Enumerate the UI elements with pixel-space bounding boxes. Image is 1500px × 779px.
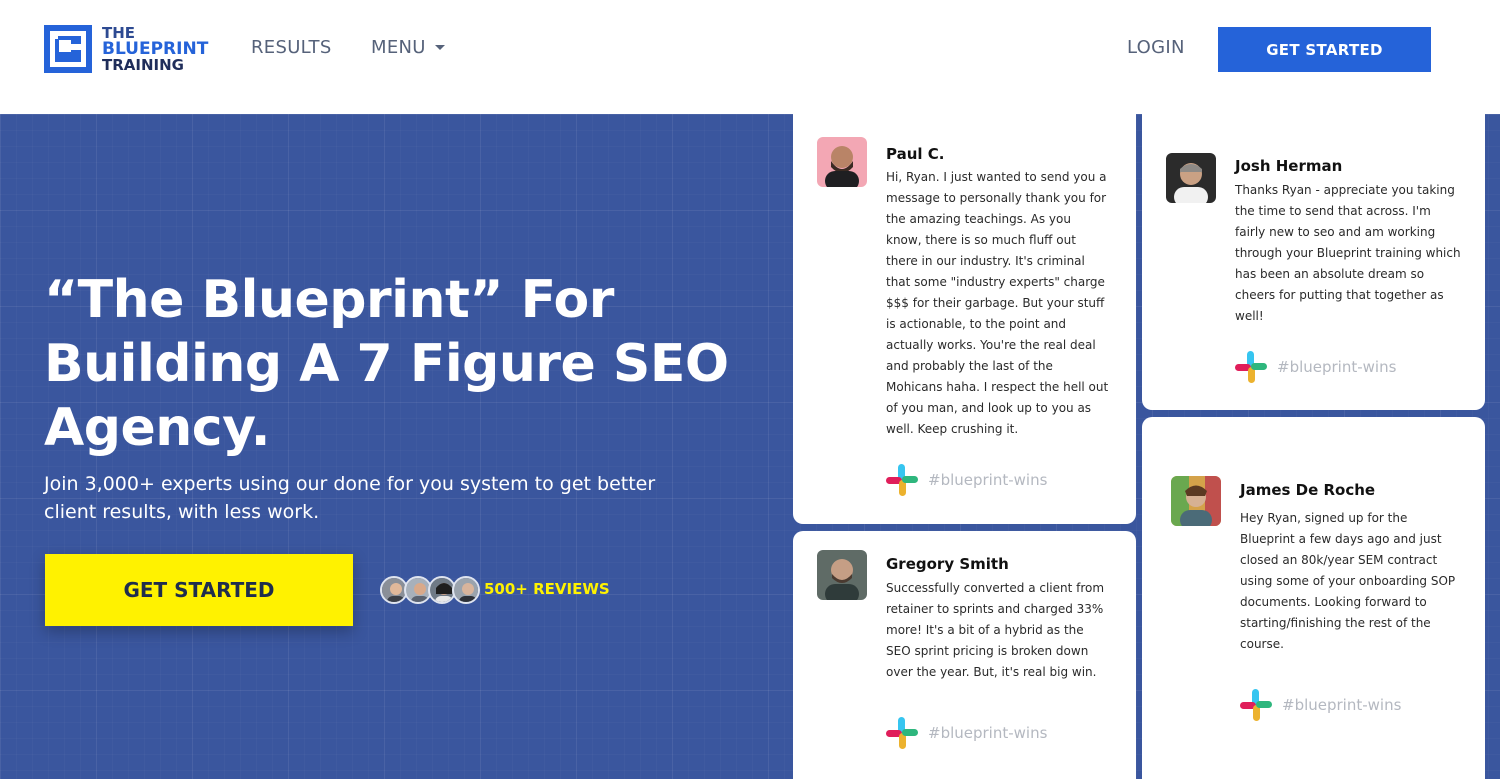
avatar [817,137,867,187]
slack-icon [886,464,918,496]
testimonial-text: Thanks Ryan - appreciate you taking the … [1235,183,1461,323]
blueprint-logo-icon [44,25,92,73]
avatar [1171,476,1221,526]
nav-menu-dropdown[interactable]: MENU [371,37,445,58]
testimonial-tag-text: #blueprint-wins [928,471,1048,489]
site-header: THE BLUEPRINT TRAINING RESULTS MENU LOGI… [0,0,1500,114]
avatar [452,576,480,604]
hero-headline: “The Blueprint” For Building A 7 Figure … [44,268,744,460]
testimonial-card: Paul C. Hi, Ryan. I just wanted to send … [793,100,1136,524]
testimonial-card: Josh Herman Thanks Ryan - appreciate you… [1142,100,1485,410]
testimonial-tag: #blueprint-wins [884,462,1047,498]
hero-subheadline: Join 3,000+ experts using our done for y… [44,473,656,523]
testimonial-tag-text: #blueprint-wins [1282,696,1402,714]
header-get-started-button[interactable]: GET STARTED [1218,27,1431,72]
testimonial-author: Josh Herman [1235,157,1343,175]
avatar [817,550,867,600]
slack-icon [1235,351,1267,383]
logo-line-blueprint: BLUEPRINT [102,39,209,59]
logo[interactable]: THE BLUEPRINT TRAINING [44,25,208,73]
testimonial-text: Hi, Ryan. I just wanted to send you a me… [886,170,1109,436]
testimonial-card: Gregory Smith Successfully converted a c… [793,531,1136,779]
testimonial-text: Hey Ryan, signed up for the Blueprint a … [1240,511,1456,651]
avatar [1166,153,1216,203]
hero-headline-line-2: Building A 7 Figure SEO [44,334,729,394]
testimonial-tag: #blueprint-wins [884,715,1047,751]
testimonial-tag-text: #blueprint-wins [928,724,1048,742]
hero-headline-line-3: Agency. [44,398,270,458]
testimonial-tag: #blueprint-wins [1238,687,1401,723]
nav-menu-label: MENU [371,37,426,58]
testimonial-author: Gregory Smith [886,555,1009,573]
slack-icon [1240,689,1272,721]
testimonial-author: James De Roche [1240,481,1376,499]
testimonial-card: James De Roche Hey Ryan, signed up for t… [1142,417,1485,779]
nav-results-link[interactable]: RESULTS [251,37,332,58]
hero-headline-line-1: “The Blueprint” For [44,270,614,330]
testimonial-tag-text: #blueprint-wins [1277,358,1397,376]
nav-login-link[interactable]: LOGIN [1127,37,1185,58]
hero-get-started-button[interactable]: GET STARTED [45,554,353,626]
testimonial-tag: #blueprint-wins [1233,349,1396,385]
logo-line-training: TRAINING [102,56,184,74]
testimonial-text: Successfully converted a client from ret… [886,581,1105,679]
caret-down-icon [434,45,445,50]
reviews-count: 500+ REVIEWS [484,580,610,598]
slack-icon [886,717,918,749]
reviewer-avatars [380,576,480,604]
testimonial-author: Paul C. [886,145,945,163]
logo-wordmark: THE BLUEPRINT TRAINING [102,25,208,73]
